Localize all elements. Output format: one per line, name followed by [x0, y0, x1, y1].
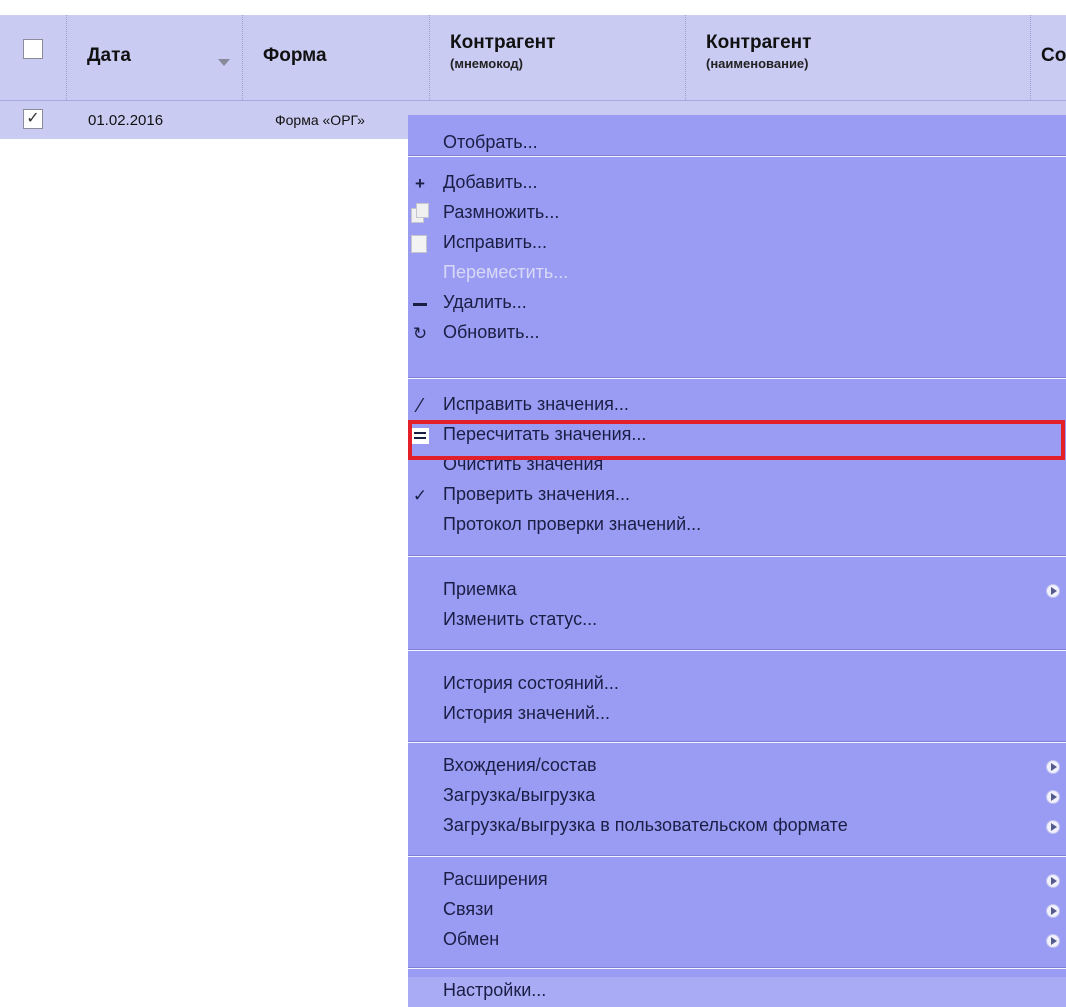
menu-item-load-unload-user[interactable]: Загрузка/выгрузка в пользовательском фор… [408, 812, 1066, 842]
menu-item-delete[interactable]: Удалить... [408, 289, 1066, 319]
column-label-agent-code: Контрагент [450, 32, 556, 53]
menu-item-extensions[interactable]: Расширения [408, 866, 1066, 896]
column-header-form[interactable]: Форма [243, 15, 430, 100]
menu-item-check-values[interactable]: ✓ Проверить значения... [408, 481, 1066, 511]
checkmark-icon: ✓ [412, 486, 428, 505]
menu-item-refresh[interactable]: ↻ Обновить... [408, 319, 1066, 349]
pencil-icon: ⁄ [418, 395, 422, 417]
submenu-arrow-icon [1046, 934, 1060, 948]
menu-item-entries[interactable]: Вхождения/состав [408, 752, 1066, 782]
menu-item-exchange[interactable]: Обмен [408, 926, 1066, 956]
column-header-next[interactable]: Со [1031, 15, 1066, 100]
submenu-arrow-icon [1046, 904, 1060, 918]
menu-item-links[interactable]: Связи [408, 896, 1066, 926]
menu-item-edit-values[interactable]: ⁄ Исправить значения... [408, 391, 1066, 421]
row-checkbox[interactable]: ✓ [23, 109, 43, 129]
highlight-box [408, 420, 1065, 460]
column-header-agent-name[interactable]: Контрагент (наименование) [686, 15, 1031, 100]
menu-item-load-unload[interactable]: Загрузка/выгрузка [408, 782, 1066, 812]
select-all-cell [0, 15, 67, 100]
submenu-arrow-icon [1046, 584, 1060, 598]
menu-separator [408, 650, 1066, 651]
submenu-arrow-icon [1046, 760, 1060, 774]
menu-separator [408, 556, 1066, 557]
submenu-arrow-icon [1046, 820, 1060, 834]
menu-item-state-history[interactable]: История состояний... [408, 670, 1066, 700]
refresh-icon: ↻ [412, 324, 428, 343]
menu-separator [408, 156, 1066, 157]
select-all-checkbox[interactable] [23, 39, 43, 59]
plus-icon: + [415, 174, 425, 193]
sort-down-icon[interactable] [218, 59, 230, 66]
context-menu: Отобрать... + Добавить... Размножить... … [408, 115, 1066, 1007]
page-icon [411, 235, 427, 253]
column-sublabel-agent-name: (наименование) [706, 56, 809, 71]
menu-separator [408, 742, 1066, 743]
menu-item-add[interactable]: + Добавить... [408, 169, 1066, 199]
menu-item-edit[interactable]: Исправить... [408, 229, 1066, 259]
menu-item-acceptance[interactable]: Приемка [408, 576, 1066, 606]
menu-item-check-log[interactable]: Протокол проверки значений... [408, 511, 1066, 541]
submenu-arrow-icon [1046, 874, 1060, 888]
submenu-arrow-icon [1046, 790, 1060, 804]
menu-separator [408, 856, 1066, 857]
column-label-next: Со [1041, 45, 1066, 66]
menu-separator [408, 968, 1066, 969]
column-label-date: Дата [87, 45, 131, 66]
column-header-agent-code[interactable]: Контрагент (мнемокод) [430, 15, 686, 100]
menu-item-move: Переместить... [443, 262, 569, 282]
menu-item-duplicate[interactable]: Размножить... [408, 199, 1066, 229]
column-label-agent-name: Контрагент [706, 32, 812, 53]
minus-icon [413, 303, 427, 306]
row-date: 01.02.2016 [88, 112, 164, 129]
menu-item-value-history[interactable]: История значений... [408, 700, 1066, 730]
menu-item-change-status[interactable]: Изменить статус... [408, 606, 1066, 636]
grid-header: Дата Форма Контрагент (мнемокод) Контраг… [0, 15, 1066, 101]
column-header-date[interactable]: Дата [67, 15, 243, 100]
row-form: Форма «ОРГ» [275, 112, 365, 128]
column-sublabel-agent-code: (мнемокод) [450, 56, 523, 71]
menu-separator [408, 378, 1066, 379]
column-label-form: Форма [263, 45, 327, 66]
menu-item-settings[interactable]: Настройки... [408, 977, 1066, 1007]
